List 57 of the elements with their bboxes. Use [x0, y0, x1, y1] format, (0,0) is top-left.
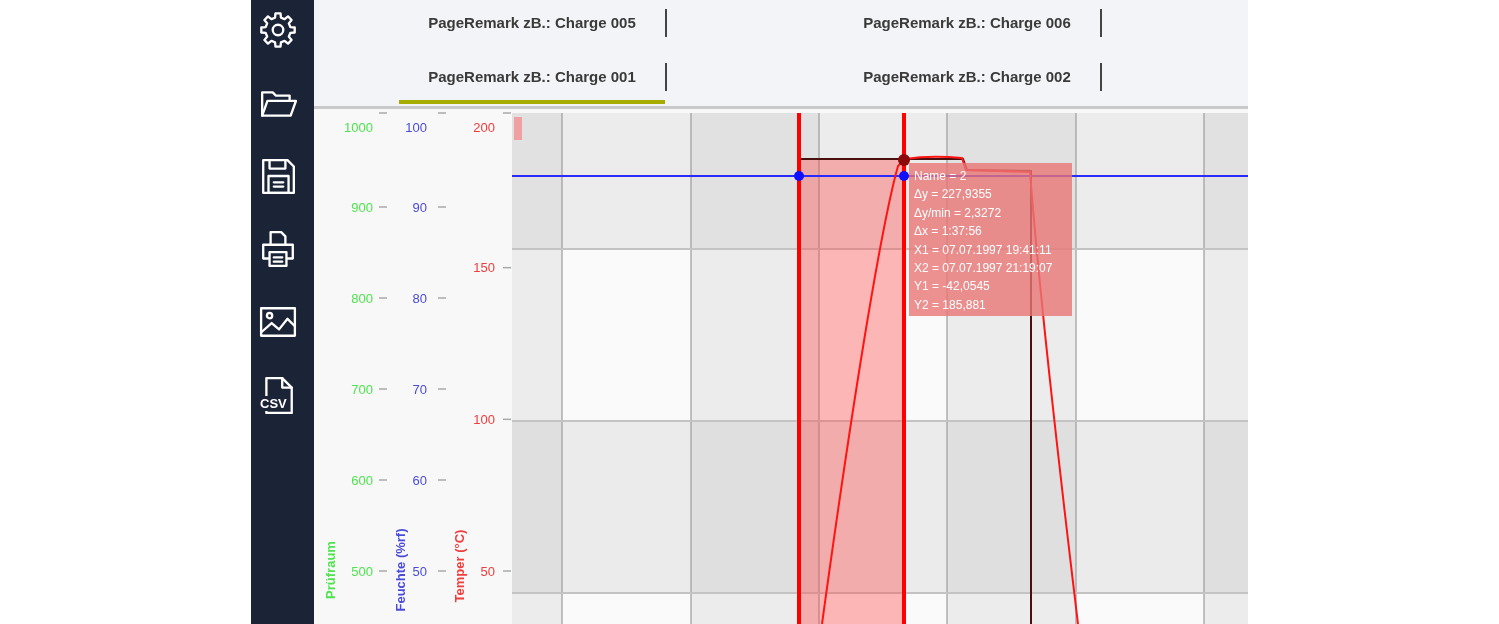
tick-label: 700 — [351, 381, 373, 397]
tick-label: 70 — [412, 381, 427, 397]
tick-mark — [378, 570, 388, 572]
tick-mark — [437, 570, 447, 572]
tick-mark — [378, 297, 388, 299]
tick-label: 100 — [405, 119, 427, 135]
tick-mark — [378, 112, 388, 114]
tooltip-line: Name = 2 — [914, 168, 968, 185]
tab[interactable]: PageRemark zB.: Charge 002 — [834, 54, 1100, 104]
point-marker-icon — [898, 154, 910, 166]
tick-mark — [502, 266, 512, 269]
tick-mark — [378, 206, 388, 208]
axis-title: Prüfraum — [322, 541, 338, 599]
tick-mark — [502, 112, 512, 114]
tick-label: 1000 — [344, 119, 373, 135]
tooltip-line: Δy/min = 2,3272 — [914, 204, 1003, 222]
tick-label: 900 — [351, 199, 373, 215]
tooltip-line: Δx = 1:37:56 — [914, 223, 983, 241]
tick-mark — [437, 112, 447, 114]
tick-label: 150 — [473, 260, 495, 276]
tick-label: 50 — [412, 563, 427, 579]
tooltip-line: Y1 = -42,0545 — [914, 278, 991, 296]
tick-mark — [437, 479, 447, 481]
tick-label: 500 — [351, 563, 373, 579]
tick-label: 90 — [412, 199, 427, 215]
tick-label: 100 — [473, 411, 495, 427]
tick-label: 80 — [412, 290, 427, 306]
tooltip-line: X2 = 07.07.1997 21:19:07 — [914, 260, 1054, 278]
tick-mark — [378, 479, 388, 481]
tick-label: 600 — [351, 472, 373, 488]
axis-title: Feuchte (%rf) — [392, 528, 408, 612]
print-button[interactable] — [259, 230, 297, 268]
tab[interactable]: PageRemark zB.: Charge 006 — [834, 0, 1100, 50]
settings-icon — [259, 11, 297, 49]
bar-marker-icon — [514, 117, 522, 140]
tooltip-line: Y2 = 185,881 — [914, 296, 987, 314]
tick-label: 50 — [480, 563, 495, 579]
tick-mark — [502, 418, 512, 421]
tick-mark — [502, 570, 512, 572]
tick-label: 200 — [473, 119, 495, 135]
point-marker-icon — [899, 171, 909, 181]
tick-mark — [378, 388, 388, 390]
tooltip-line: X1 = 07.07.1997 19:41:11 — [914, 241, 1053, 259]
tick-mark — [437, 388, 447, 390]
save-button[interactable] — [259, 157, 297, 195]
tick-mark — [437, 206, 447, 208]
tab[interactable]: PageRemark zB.: Charge 001 — [399, 54, 665, 104]
printer-icon — [259, 230, 297, 268]
settings-button[interactable] — [259, 11, 297, 49]
axis-title: Temper (°C) — [451, 529, 467, 603]
tab[interactable]: PageRemark zB.: Charge 005 — [399, 0, 665, 50]
point-marker-icon — [794, 171, 804, 181]
tooltip-line: Δy = 227,9355 — [914, 186, 993, 204]
tick-mark — [437, 297, 447, 299]
tick-label: 60 — [412, 472, 427, 488]
csv-export-button[interactable]: CSV — [259, 376, 297, 414]
tick-label: 800 — [351, 290, 373, 306]
